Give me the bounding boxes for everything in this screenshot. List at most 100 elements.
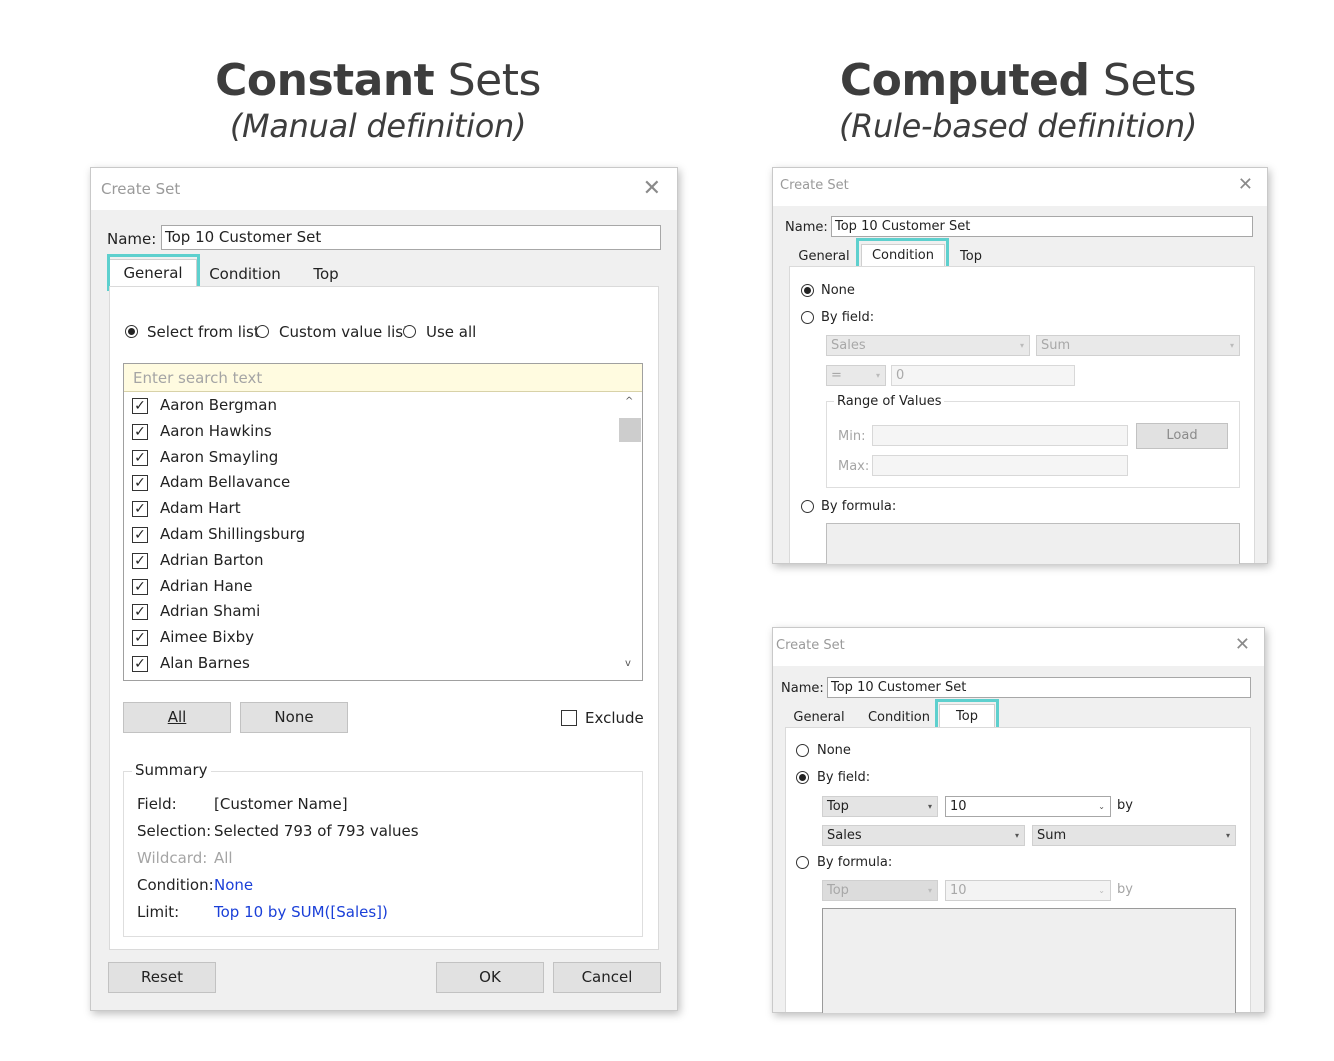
min-label: Min:: [838, 429, 866, 444]
summary-limit-link[interactable]: Top 10 by SUM([Sales]): [214, 903, 388, 921]
dialog-title: Create Set: [776, 638, 845, 653]
item-checkbox[interactable]: ✓: [132, 552, 148, 569]
item-label: Adam Shillingsburg: [160, 525, 306, 543]
top-panel: None By field: Top ▾ 10 ⌄ by Sales ▾ Sum ▾ B…: [785, 727, 1251, 1013]
scroll-down-icon[interactable]: v: [625, 658, 631, 669]
none-button-label: None: [274, 708, 314, 726]
name-input[interactable]: Top 10 Customer Set: [827, 677, 1251, 698]
item-checkbox[interactable]: ✓: [132, 604, 148, 621]
aggregation-select-value: Sum: [1037, 828, 1067, 843]
item-label: Adrian Shami: [160, 602, 261, 621]
by-field-label: By field:: [817, 770, 871, 785]
tab-condition[interactable]: Condition: [201, 261, 289, 287]
close-icon[interactable]: ✕: [1238, 174, 1253, 195]
by-field-label: By field:: [821, 310, 875, 325]
left-heading-rest: Sets: [434, 55, 542, 106]
formula-count-select[interactable]: 10 ⌄: [945, 880, 1111, 901]
field-select[interactable]: Sales ▾: [826, 335, 1030, 356]
chevron-down-icon: ▾: [927, 886, 932, 895]
customer-list: ✓ Aaron Bergman ✓ Aaron Hawkins ✓ Aaron Smayl…: [124, 394, 619, 678]
item-checkbox[interactable]: ✓: [132, 398, 148, 414]
radio-use-all[interactable]: [403, 325, 416, 338]
operator-select[interactable]: = ▾: [826, 365, 886, 386]
radio-none[interactable]: [796, 744, 809, 757]
chevron-down-icon: ▾: [927, 802, 932, 811]
item-checkbox[interactable]: ✓: [132, 475, 148, 492]
count-select[interactable]: 10 ⌄: [945, 796, 1111, 817]
load-button[interactable]: Load: [1136, 423, 1228, 449]
max-input[interactable]: [872, 455, 1128, 476]
item-checkbox[interactable]: ✓: [132, 501, 148, 518]
use-all-label: Use all: [426, 323, 477, 341]
radio-by-field[interactable]: [801, 311, 814, 324]
chevron-down-icon: ⌄: [1098, 886, 1105, 895]
close-icon[interactable]: ✕: [643, 176, 661, 201]
search-input[interactable]: Enter search text: [124, 364, 642, 392]
item-label: Aaron Smayling: [160, 447, 279, 466]
summary-field-value: [Customer Name]: [214, 795, 348, 813]
radio-none[interactable]: [801, 284, 814, 297]
name-input[interactable]: Top 10 Customer Set: [161, 225, 661, 250]
all-button-label: All: [167, 708, 187, 726]
aggregation-select[interactable]: Sum ▾: [1032, 825, 1236, 846]
item-checkbox[interactable]: ✓: [132, 578, 148, 595]
formula-top-bottom-value: Top: [827, 883, 849, 898]
right-heading-subtitle: (Rule-based definition): [838, 107, 1198, 145]
formula-editor[interactable]: [822, 908, 1236, 1013]
exclude-checkbox[interactable]: [561, 710, 577, 726]
item-checkbox[interactable]: ✓: [132, 423, 148, 440]
formula-count-value: 10: [950, 883, 967, 898]
chevron-down-icon: ▾: [1229, 341, 1234, 350]
aggregation-select[interactable]: Sum ▾: [1036, 335, 1240, 356]
item-checkbox[interactable]: ✓: [132, 527, 148, 543]
radio-select-from-list[interactable]: [125, 325, 138, 338]
tab-condition[interactable]: Condition: [859, 707, 939, 729]
item-checkbox[interactable]: ✓: [132, 656, 148, 672]
top-bottom-select[interactable]: Top ▾: [822, 796, 938, 817]
max-label: Max:: [838, 459, 870, 474]
none-label: None: [821, 283, 855, 298]
field-select[interactable]: Sales ▾: [822, 825, 1025, 846]
scroll-thumb[interactable]: [619, 418, 641, 442]
exclude-label: Exclude: [585, 709, 644, 727]
dialog-title: Create Set: [101, 180, 181, 198]
field-select-value: Sales: [827, 828, 862, 843]
item-label: Adrian Hane: [160, 576, 253, 595]
customer-list-box: Enter search text ✓ Aaron Bergman ✓ Aaron H…: [123, 363, 643, 681]
name-input[interactable]: Top 10 Customer Set: [831, 216, 1253, 237]
search-placeholder: Enter search text: [133, 369, 263, 387]
dialog-title: Create Set: [780, 178, 849, 193]
radio-by-field[interactable]: [796, 771, 809, 784]
item-label: Adam Hart: [160, 499, 241, 518]
radio-by-formula[interactable]: [801, 500, 814, 513]
close-icon[interactable]: ✕: [1235, 634, 1250, 655]
tab-general[interactable]: General: [789, 246, 859, 268]
radio-custom-value-list[interactable]: [256, 325, 269, 338]
formula-editor[interactable]: [826, 523, 1240, 564]
left-heading: Constant Sets (Manual definition): [178, 56, 578, 146]
summary-condition-label: Condition:: [137, 876, 214, 894]
radio-by-formula[interactable]: [796, 856, 809, 869]
chevron-down-icon: ⌄: [1098, 802, 1105, 811]
none-button[interactable]: None: [240, 702, 348, 733]
item-checkbox[interactable]: ✓: [132, 449, 148, 466]
summary-condition-link[interactable]: None: [214, 876, 253, 894]
ok-button[interactable]: OK: [436, 962, 544, 993]
scroll-up-icon[interactable]: ^: [625, 396, 633, 407]
item-label: Aimee Bixby: [160, 628, 254, 647]
left-heading-bold: Constant: [215, 55, 435, 106]
reset-button[interactable]: Reset: [108, 962, 216, 993]
tab-top[interactable]: Top: [949, 246, 993, 268]
cancel-button[interactable]: Cancel: [553, 962, 661, 993]
create-set-dialog-condition: Create Set ✕ Name: Top 10 Customer Set G…: [772, 167, 1268, 564]
formula-top-bottom-select[interactable]: Top ▾: [822, 880, 938, 901]
item-label: Alan Barnes: [160, 654, 250, 672]
item-checkbox[interactable]: ✓: [132, 630, 148, 647]
min-input[interactable]: [872, 425, 1128, 446]
value-input[interactable]: 0: [891, 365, 1075, 386]
list-scrollbar[interactable]: ^ v: [619, 394, 641, 678]
count-select-value: 10: [950, 799, 967, 814]
all-button[interactable]: All: [123, 702, 231, 733]
tab-general[interactable]: General: [785, 707, 853, 729]
tab-top[interactable]: Top: [295, 261, 357, 287]
